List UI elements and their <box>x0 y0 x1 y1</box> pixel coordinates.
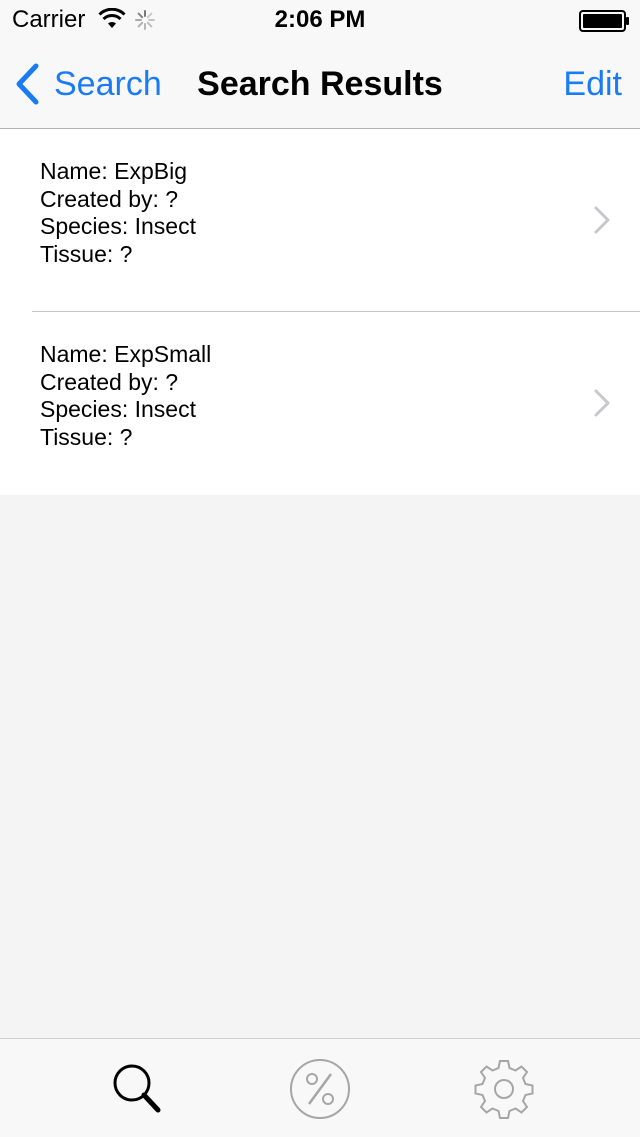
tab-bar <box>0 1038 640 1137</box>
list-item-details: Name: ExpSmall Created by: ? Species: In… <box>40 341 211 451</box>
item-created-by: Created by: ? <box>40 368 179 395</box>
item-name: Name: ExpSmall <box>40 341 212 367</box>
chevron-right-icon <box>594 389 610 417</box>
tab-percent[interactable] <box>288 1057 352 1121</box>
status-bar: Carrier 2:06 PM <box>0 0 640 40</box>
back-button-label: Search <box>54 65 162 103</box>
gear-icon <box>474 1060 534 1119</box>
battery-icon <box>579 10 629 32</box>
tab-settings[interactable] <box>472 1057 536 1121</box>
list-item[interactable]: Name: ExpBig Created by: ? Species: Inse… <box>0 129 640 312</box>
percent-icon <box>290 1059 350 1119</box>
item-species: Species: Insect <box>40 396 196 422</box>
item-created-by: Created by: ? <box>40 185 179 212</box>
list-item-details: Name: ExpBig Created by: ? Species: Inse… <box>40 158 196 268</box>
navigation-bar: Search Search Results Edit <box>0 40 640 129</box>
list-item[interactable]: Name: ExpSmall Created by: ? Species: In… <box>0 312 640 494</box>
chevron-left-icon <box>16 63 39 105</box>
item-name: Name: ExpBig <box>40 158 188 184</box>
chevron-right-icon <box>594 206 610 234</box>
results-list: Name: ExpBig Created by: ? Species: Inse… <box>0 129 640 495</box>
item-tissue: Tissue: ? <box>40 423 133 450</box>
item-tissue: Tissue: ? <box>40 240 133 267</box>
back-button[interactable]: Search <box>14 61 162 107</box>
status-time: 2:06 PM <box>274 6 366 33</box>
search-icon <box>113 1064 161 1113</box>
edit-button[interactable]: Edit <box>563 64 622 104</box>
tab-search[interactable] <box>104 1057 168 1121</box>
item-species: Species: Insect <box>40 213 196 239</box>
